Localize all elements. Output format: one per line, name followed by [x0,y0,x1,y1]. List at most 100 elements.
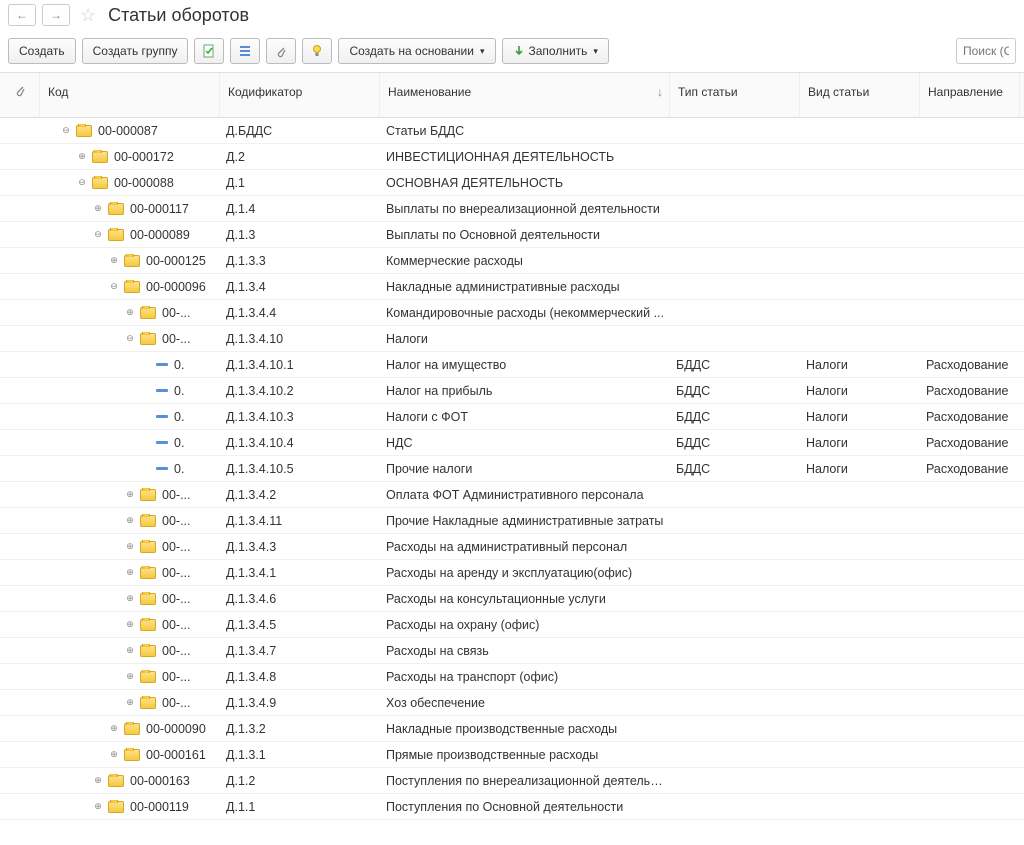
cell-code: ⊕00-... [0,488,220,502]
code-text: 00-000089 [130,228,190,242]
expand-toggle[interactable]: ⊕ [92,203,104,215]
table-row[interactable]: ⊕00-000172Д.2ИНВЕСТИЦИОННАЯ ДЕЯТЕЛЬНОСТЬ [0,144,1024,170]
cell-name: Выплаты по Основной деятельности [380,228,670,242]
cell-code: ⊖00-000088 [0,176,220,190]
fill-button[interactable]: Заполнить▾ [502,38,609,64]
expand-toggle[interactable]: ⊕ [124,489,136,501]
table-row[interactable]: ⊕00-...Д.1.3.4.7Расходы на связь [0,638,1024,664]
expand-toggle[interactable]: ⊕ [124,567,136,579]
cell-code: ⊕00-000163 [0,774,220,788]
cell-codifier: Д.1.4 [220,202,380,216]
document-check-icon [202,44,216,58]
list-button[interactable] [230,38,260,64]
table-row[interactable]: ⊕00-...Д.1.3.4.6Расходы на консультацион… [0,586,1024,612]
expand-toggle[interactable]: ⊕ [108,723,120,735]
expand-toggle[interactable]: ⊕ [92,801,104,813]
column-direction[interactable]: Направление [920,73,1020,117]
table-row[interactable]: ⊕00-...Д.1.3.4.1Расходы на аренду и эксп… [0,560,1024,586]
refresh-button[interactable] [194,38,224,64]
expand-toggle[interactable]: ⊕ [108,255,120,267]
table-row[interactable]: 0.Д.1.3.4.10.4НДСБДДСНалогиРасходование [0,430,1024,456]
table-row[interactable]: ⊕00-000161Д.1.3.1Прямые производственные… [0,742,1024,768]
table-row[interactable]: ⊖00-000087Д.БДДССтатьи БДДС [0,118,1024,144]
cell-code: ⊕00-000161 [0,748,220,762]
expand-toggle[interactable]: ⊖ [124,333,136,345]
table-row[interactable]: ⊕00-000090Д.1.3.2Накладные производствен… [0,716,1024,742]
cell-name: Прямые производственные расходы [380,748,670,762]
expand-toggle[interactable]: ⊕ [124,307,136,319]
table-row[interactable]: ⊕00-...Д.1.3.4.11Прочие Накладные админи… [0,508,1024,534]
table-row[interactable]: ⊖00-000089Д.1.3Выплаты по Основной деяте… [0,222,1024,248]
column-codifier[interactable]: Кодификатор [220,73,380,117]
expand-toggle[interactable]: ⊕ [124,541,136,553]
expand-toggle[interactable]: ⊖ [76,177,88,189]
column-attachment[interactable] [0,73,40,117]
expand-toggle[interactable]: ⊕ [124,645,136,657]
cell-kind: Налоги [800,462,920,476]
expand-toggle[interactable]: ⊖ [60,125,72,137]
cell-name: Выплаты по внереализационной деятельност… [380,202,670,216]
cell-code: ⊕00-... [0,670,220,684]
folder-icon [108,801,124,813]
column-code[interactable]: Код [40,73,220,117]
table-row[interactable]: ⊖00-000096Д.1.3.4Накладные административ… [0,274,1024,300]
expand-toggle[interactable]: ⊕ [124,619,136,631]
code-text: 00-000119 [130,800,189,814]
create-button[interactable]: Создать [8,38,76,64]
cell-name: Расходы на охрану (офис) [380,618,670,632]
table-row[interactable]: ⊕00-...Д.1.3.4.8Расходы на транспорт (оф… [0,664,1024,690]
table-row[interactable]: ⊕00-000119Д.1.1Поступления по Основной д… [0,794,1024,820]
expand-toggle[interactable]: ⊖ [92,229,104,241]
create-based-button[interactable]: Создать на основании▾ [338,38,495,64]
page-title: Статьи оборотов [108,5,249,26]
code-text: 00-... [162,540,191,554]
table-row[interactable]: ⊕00-000125Д.1.3.3Коммерческие расходы [0,248,1024,274]
expand-toggle[interactable]: ⊕ [124,515,136,527]
cell-code: ⊕ 00-... [0,540,220,554]
table-row[interactable]: ⊕00-...Д.1.3.4.5Расходы на охрану (офис) [0,612,1024,638]
expand-toggle[interactable]: ⊕ [124,697,136,709]
attach-button[interactable] [266,38,296,64]
sort-indicator-icon: ↓ [657,85,663,99]
code-text: 00-... [162,696,191,710]
code-text: 00-000087 [98,124,158,138]
table-row[interactable]: ⊕00-...Д.1.3.4.4Командировочные расходы … [0,300,1024,326]
expand-toggle[interactable]: ⊕ [124,593,136,605]
tip-button[interactable] [302,38,332,64]
table-row[interactable]: 0.Д.1.3.4.10.3Налоги с ФОТБДДСНалогиРасх… [0,404,1024,430]
nav-back-button[interactable]: ← [8,4,36,26]
nav-forward-button[interactable]: → [42,4,70,26]
cell-kind: Налоги [800,410,920,424]
search-input[interactable] [956,38,1016,64]
cell-codifier: Д.1.3.4.7 [220,644,380,658]
create-group-button[interactable]: Создать группу [82,38,189,64]
folder-icon [124,723,140,735]
cell-name: Расходы на административный персонал [380,540,670,554]
cell-name: Прочие Накладные административные затрат… [380,514,670,528]
column-name[interactable]: Наименование↓ [380,73,670,117]
table-row[interactable]: ⊖00-...Д.1.3.4.10Налоги [0,326,1024,352]
table-row[interactable]: ⊕00-...Д.1.3.4.3Расходы на административ… [0,534,1024,560]
cell-code: ⊕ 00-... [0,696,220,710]
table-row[interactable]: 0.Д.1.3.4.10.5Прочие налогиБДДСНалогиРас… [0,456,1024,482]
table-row[interactable]: 0.Д.1.3.4.10.1Налог на имуществоБДДСНало… [0,352,1024,378]
expand-toggle[interactable]: ⊖ [108,281,120,293]
expand-toggle[interactable]: ⊕ [76,151,88,163]
cell-name: Расходы на транспорт (офис) [380,670,670,684]
table-row[interactable]: ⊕00-...Д.1.3.4.2Оплата ФОТ Административ… [0,482,1024,508]
table-row[interactable]: ⊖00-000088Д.1ОСНОВНАЯ ДЕЯТЕЛЬНОСТЬ [0,170,1024,196]
cell-dir: Расходование [920,384,1020,398]
expand-toggle [140,385,152,397]
table-row[interactable]: ⊕00-000117Д.1.4Выплаты по внереализацион… [0,196,1024,222]
favorite-star-icon[interactable]: ☆ [80,5,96,26]
table-row[interactable]: ⊕00-000163Д.1.2Поступления по внереализа… [0,768,1024,794]
expand-toggle[interactable]: ⊕ [124,671,136,683]
column-kind[interactable]: Вид статьи [800,73,920,117]
folder-icon [124,255,140,267]
table-row[interactable]: ⊕00-...Д.1.3.4.9Хоз обеспечение [0,690,1024,716]
column-type[interactable]: Тип статьи [670,73,800,117]
cell-code: 0. [0,436,220,450]
expand-toggle[interactable]: ⊕ [92,775,104,787]
table-row[interactable]: 0.Д.1.3.4.10.2Налог на прибыльБДДСНалоги… [0,378,1024,404]
expand-toggle[interactable]: ⊕ [108,749,120,761]
